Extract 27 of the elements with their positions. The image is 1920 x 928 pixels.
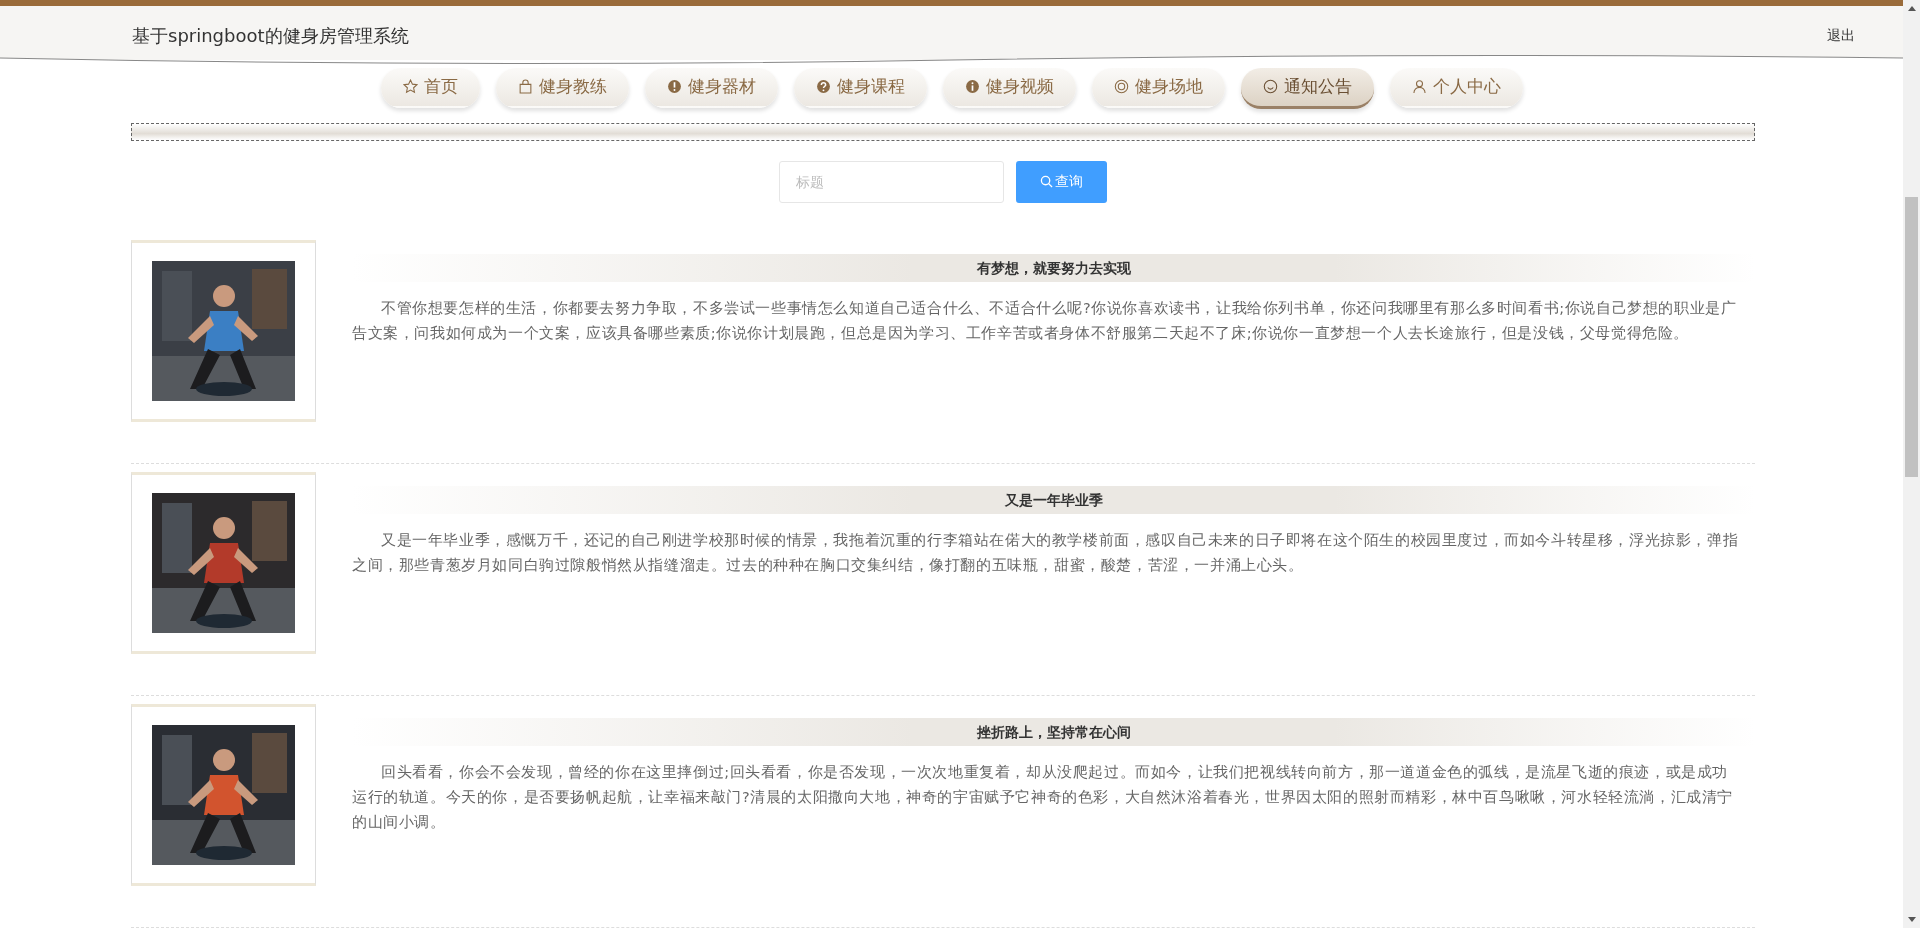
question-icon <box>815 79 831 95</box>
search-icon <box>1040 175 1053 189</box>
nav-tab[interactable]: 首页 <box>380 67 480 108</box>
nav-tab[interactable]: 健身视频 <box>942 67 1076 108</box>
scrollbar-thumb[interactable] <box>1905 197 1918 477</box>
nav-tab[interactable]: 健身教练 <box>495 67 629 108</box>
query-button[interactable]: 查询 <box>1016 160 1107 203</box>
site-title: 基于springboot的健身房管理系统 <box>132 24 409 48</box>
info-icon <box>964 79 980 95</box>
scroll-down-icon[interactable] <box>1907 917 1916 922</box>
nav-tab[interactable]: 健身课程 <box>793 67 927 108</box>
article-text: 不管你想要怎样的生活，你都要去努力争取，不多尝试一些事情怎么知道自己适合什么、不适合什么呢?你说你喜欢读书，让我给你列书单，你还问我哪里有那么多时间看书;你说自己梦想的职业是广告文案，问我如何成为一个文案，应该具备哪些素质;你说你计划晨跑，但总是因为学习、工作辛苦或者身体不舒服第二天起不了床;你说你一直梦想一个人去长途旅行，但是没钱，父母觉得危险。 <box>352 298 1738 343</box>
nav-tab[interactable]: 通知公告 <box>1240 67 1374 109</box>
scroll-up-icon[interactable] <box>1907 6 1916 11</box>
bag-icon <box>517 79 533 95</box>
star-icon <box>402 79 418 95</box>
nav-tab[interactable]: 个人中心 <box>1389 67 1523 108</box>
logout-link[interactable]: 退出 <box>1827 27 1855 45</box>
exclamation-icon <box>666 79 682 95</box>
person-icon <box>1411 79 1427 95</box>
article-text: 回头看看，你会不会发现，曾经的你在这里摔倒过;回头看看，你是否发现，一次次地重复着，却从没爬起过。而如今，让我们把视线转向前方，那一道道金色的弧线，是流星飞逝的痕迹，或是成功运行的轨道。今天的你，是否要扬帆起航，让幸福来敲门?清晨的太阳撒向大地，神奇的宇宙赋予它神奇的色彩，大自然沐浴着春光，世界因太阳的照射而精彩，林中百鸟啾啾，河水轻轻流淌，汇成清宁的山间小调。 <box>352 762 1735 832</box>
article-text: 又是一年毕业季，感慨万千，还记的自己刚进学校那时候的情景，我拖着沉重的行李箱站在偌大的教学楼前面，感叹自己未来的日子即将在这个陌生的校园里度过，而如今斗转星移，浮光掠影，弹指之间，那些青葱岁月如同白驹过隙般悄然从指缝溜走。过去的种种在胸口交集纠结，像打翻的五味瓶，甜蜜，酸楚，苦涩，一并涌上心头。 <box>352 530 1739 575</box>
title-search-field[interactable]: 标题 <box>779 160 1004 203</box>
target-icon <box>1113 79 1129 95</box>
nav-tab[interactable]: 健身场地 <box>1091 67 1225 108</box>
nav-tab[interactable]: 健身器材 <box>644 67 778 108</box>
smile-icon <box>1262 79 1278 95</box>
